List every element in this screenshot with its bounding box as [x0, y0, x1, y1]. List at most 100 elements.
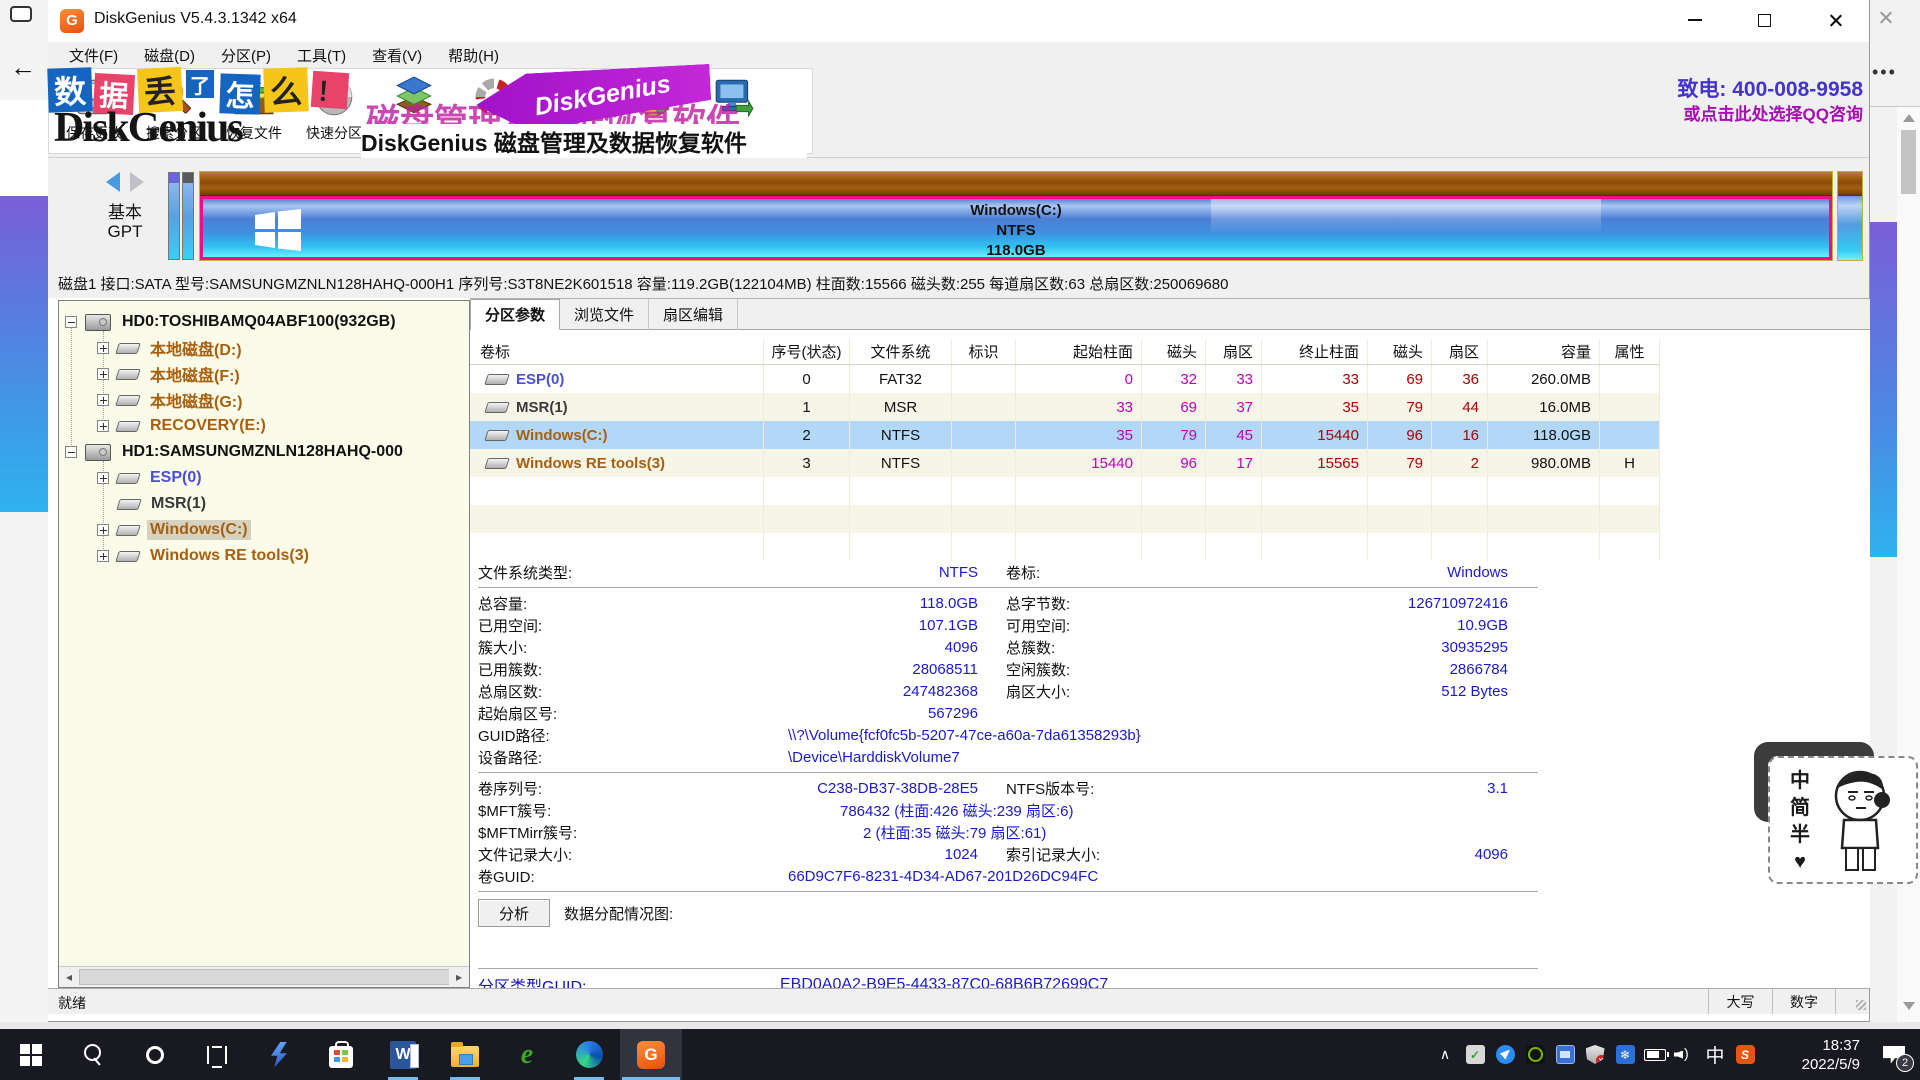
column-header[interactable]: 容量	[1488, 339, 1600, 364]
scrollbar-thumb[interactable]	[1901, 130, 1916, 194]
tray-expand-icon[interactable]: ∧	[1432, 1029, 1458, 1080]
expand-icon[interactable]	[97, 342, 109, 354]
table-row[interactable]: Windows(C:)2NTFS357945154409616118.0GB	[470, 421, 1660, 449]
file-explorer-icon[interactable]	[434, 1029, 496, 1080]
more-options-icon[interactable]: •••	[1872, 62, 1897, 83]
scroll-left-icon[interactable]: ◂	[59, 967, 79, 987]
prev-disk-icon[interactable]	[106, 172, 120, 192]
back-arrow-icon[interactable]: ←	[10, 52, 36, 83]
edge-icon[interactable]	[558, 1029, 620, 1080]
re-tools-partition-bar[interactable]	[1838, 172, 1862, 260]
ime-indicator[interactable]: 中	[1702, 1029, 1728, 1080]
expand-icon[interactable]	[97, 368, 109, 380]
column-header[interactable]: 序号(状态)	[764, 339, 850, 364]
volume-tray-icon[interactable]	[1672, 1029, 1698, 1080]
msr-partition-bar[interactable]	[182, 172, 194, 260]
table-cell	[1432, 477, 1488, 505]
column-header[interactable]: 终止柱面	[1262, 339, 1368, 364]
menu-item[interactable]: 文件(F)	[56, 42, 131, 68]
windows-c-partition-bar[interactable]: Windows(C:) NTFS 118.0GB	[200, 172, 1832, 260]
numlock-indicator: 数字	[1772, 989, 1835, 1014]
table-row[interactable]: ESP(0)0FAT3203233336936260.0MB	[470, 365, 1660, 393]
table-cell: NTFS	[850, 449, 952, 477]
battery-tray-icon[interactable]	[1642, 1029, 1668, 1080]
tree-item[interactable]: Windows(C:)	[97, 517, 251, 543]
column-header[interactable]: 磁头	[1368, 339, 1432, 364]
intel-graphics-tray-icon[interactable]	[1552, 1029, 1578, 1080]
partition-icon	[115, 525, 141, 536]
expand-icon[interactable]	[97, 394, 109, 406]
search-button[interactable]	[62, 1029, 124, 1080]
resize-grip[interactable]	[1835, 989, 1870, 1014]
sogou-tray-icon[interactable]: S	[1732, 1029, 1758, 1080]
cortana-button[interactable]	[124, 1029, 186, 1080]
menu-item[interactable]: 分区(P)	[208, 42, 284, 68]
detail-row: 总扇区数:247482368扇区大小:512 Bytes	[478, 680, 1858, 702]
analyze-button[interactable]: 分析	[478, 899, 550, 927]
tab-inactive[interactable]: 扇区编辑	[649, 299, 738, 330]
tree-scroll-thumb[interactable]	[79, 969, 450, 985]
tree-item[interactable]: ESP(0)	[97, 465, 205, 491]
esp-partition-bar[interactable]	[168, 172, 180, 260]
tree-horizontal-scrollbar[interactable]: ◂ ▸	[59, 966, 469, 987]
diskgenius-icon[interactable]: G	[620, 1029, 682, 1080]
tree-item[interactable]: 本地磁盘(D:)	[97, 335, 245, 361]
menu-item[interactable]: 查看(V)	[359, 42, 435, 68]
menu-item[interactable]: 磁盘(D)	[131, 42, 208, 68]
tree-item[interactable]: RECOVERY(E:)	[97, 413, 269, 439]
tree-item[interactable]: 本地磁盘(F:)	[97, 361, 243, 387]
task-view-button[interactable]	[186, 1029, 248, 1080]
column-header[interactable]: 起始柱面	[1016, 339, 1142, 364]
column-header[interactable]: 扇区	[1432, 339, 1488, 364]
table-row[interactable]: Windows RE tools(3)3NTFS1544096171556579…	[470, 449, 1660, 477]
partition-icon	[116, 499, 142, 510]
notification-center-icon[interactable]: 2	[1868, 1029, 1920, 1080]
tree-item[interactable]: 本地磁盘(G:)	[97, 387, 245, 413]
expand-icon[interactable]	[97, 472, 109, 484]
background-scrollbar[interactable]	[1897, 107, 1920, 1029]
collapse-icon[interactable]	[65, 446, 77, 458]
close-button[interactable]	[1812, 0, 1858, 40]
dingtalk-tray-icon[interactable]	[1492, 1029, 1518, 1080]
store-icon[interactable]	[310, 1029, 372, 1080]
tree-item[interactable]: MSR(1)	[97, 491, 209, 517]
scroll-right-icon[interactable]: ▸	[449, 967, 469, 987]
start-button[interactable]	[0, 1029, 62, 1080]
partition-icon	[115, 551, 141, 562]
tree-item[interactable]: Windows RE tools(3)	[97, 543, 312, 569]
defender-tray-icon[interactable]	[1582, 1029, 1608, 1080]
minimize-button[interactable]	[1672, 0, 1718, 40]
scroll-down-icon[interactable]	[1903, 1002, 1915, 1010]
expand-icon[interactable]	[97, 524, 109, 536]
background-close-icon[interactable]	[1878, 10, 1900, 32]
tab-inactive[interactable]: 浏览文件	[560, 299, 649, 330]
detail-row: $MFT簇号:786432 (柱面:426 磁头:239 扇区:6)	[478, 799, 1858, 821]
collapse-icon[interactable]	[65, 316, 77, 328]
snowflake-tray-icon[interactable]: ❄	[1612, 1029, 1638, 1080]
next-disk-icon[interactable]	[130, 172, 144, 192]
tree-item[interactable]: HD1:SAMSUNGMZNLN128HAHQ-000	[65, 439, 406, 465]
scroll-up-icon[interactable]	[1903, 114, 1915, 122]
expand-icon[interactable]	[97, 550, 109, 562]
column-header[interactable]: 扇区	[1206, 339, 1262, 364]
table-cell	[1600, 533, 1660, 561]
column-header[interactable]: 文件系统	[850, 339, 952, 364]
table-row[interactable]: MSR(1)1MSR33693735794416.0MB	[470, 393, 1660, 421]
tab-active[interactable]: 分区参数	[470, 299, 560, 330]
clock[interactable]: 18:37 2022/5/9	[1768, 1036, 1860, 1074]
maximize-button[interactable]	[1741, 0, 1787, 40]
browser-e-icon[interactable]: e	[496, 1029, 558, 1080]
nvidia-tray-icon[interactable]	[1522, 1029, 1548, 1080]
update-tray-icon[interactable]: ✓	[1462, 1029, 1488, 1080]
tree-item[interactable]: HD0:TOSHIBAMQ04ABF100(932GB)	[65, 309, 399, 335]
column-header[interactable]: 属性	[1600, 339, 1660, 364]
column-header[interactable]: 磁头	[1142, 339, 1206, 364]
column-header[interactable]: 卷标	[470, 339, 764, 364]
flash-app-icon[interactable]	[248, 1029, 310, 1080]
word-icon[interactable]: W	[372, 1029, 434, 1080]
expand-icon[interactable]	[97, 420, 109, 432]
column-header[interactable]: 标识	[952, 339, 1016, 364]
detail-label: NTFS版本号:	[978, 778, 1228, 799]
menu-item[interactable]: 帮助(H)	[435, 42, 512, 68]
menu-item[interactable]: 工具(T)	[284, 42, 359, 68]
